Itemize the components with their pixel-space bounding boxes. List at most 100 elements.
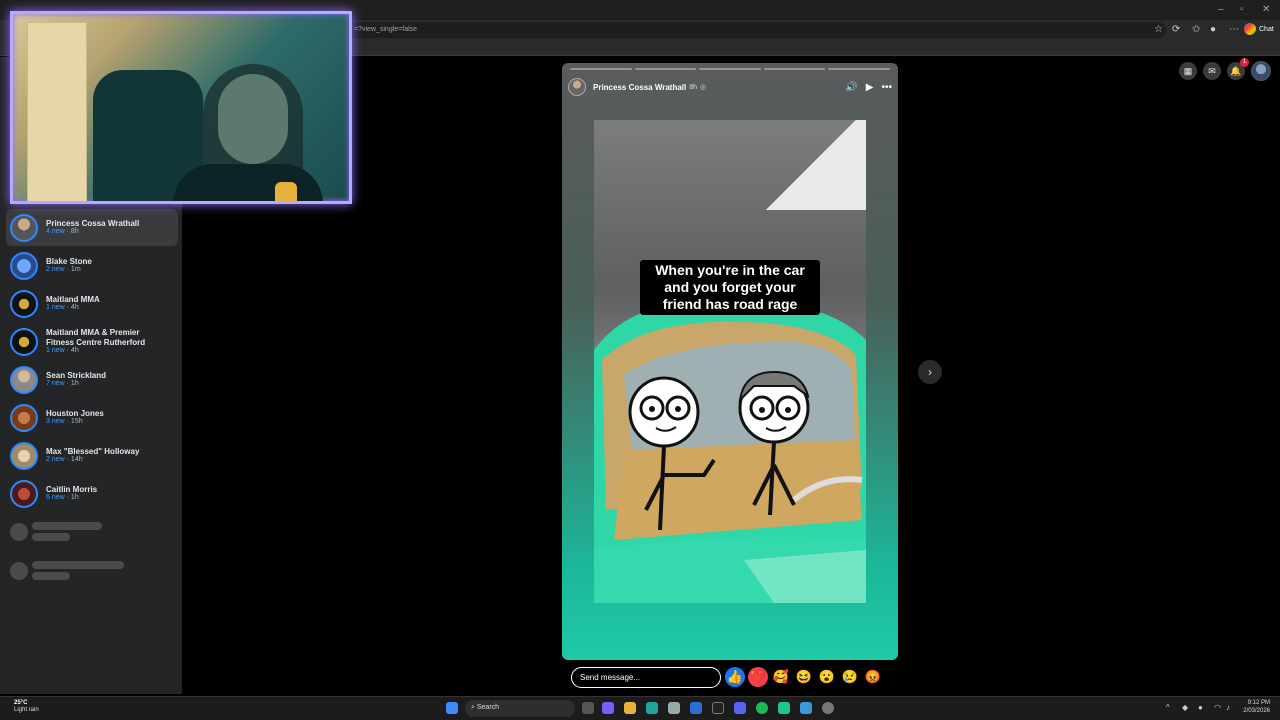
weather-condition: Light rain — [14, 707, 39, 714]
webcam-body — [173, 164, 323, 201]
settings-icon[interactable] — [822, 702, 834, 714]
angry-reaction[interactable]: 😡 — [863, 667, 883, 687]
edge-icon[interactable] — [646, 702, 658, 714]
profile-avatar[interactable] — [1251, 61, 1271, 81]
story-viewer[interactable]: Princess Cossa Wrathall 8h ◎ 🔊 ▶ ••• Whe… — [562, 63, 898, 660]
minimize-icon[interactable]: – — [1218, 4, 1224, 15]
next-story-button[interactable]: › — [918, 360, 942, 384]
address-bar[interactable]: =?view_single=false — [346, 22, 1166, 38]
story-time: 14h — [70, 456, 83, 464]
story-item[interactable]: Max "Blessed" Holloway 2 new · 14h — [6, 437, 178, 474]
copilot-icon — [1244, 23, 1256, 35]
tray-app-icon[interactable]: ◆ — [1182, 703, 1188, 712]
chat-button[interactable]: Chat — [1244, 23, 1274, 35]
mail-icon[interactable] — [690, 702, 702, 714]
haha-reaction[interactable]: 😆 — [794, 667, 814, 687]
story-time: 15h — [70, 418, 83, 426]
story-time: 8h — [689, 83, 698, 91]
story-time: 8h — [70, 228, 79, 236]
story-name: Max "Blessed" Holloway — [46, 446, 140, 456]
story-item[interactable]: Sean Strickland 7 new · 1h — [6, 361, 178, 398]
menu-grid-icon[interactable]: ▦ — [1179, 62, 1197, 80]
chevron-up-icon[interactable]: ^ — [1166, 703, 1170, 712]
system-clock[interactable]: 9:12 PM 2/03/2026 — [1243, 700, 1270, 716]
story-item[interactable]: Caitlin Morris 6 new · 1h — [6, 475, 178, 512]
close-icon[interactable]: ✕ — [1262, 4, 1270, 15]
story-name: Maitland MMA & Premier Fitness Centre Ru… — [46, 328, 146, 347]
progress-segment — [763, 68, 826, 70]
story-item[interactable]: Maitland MMA & Premier Fitness Centre Ru… — [6, 323, 178, 361]
story-item[interactable]: Houston Jones 3 new · 15h — [6, 399, 178, 436]
story-item[interactable]: Blake Stone 2 new · 1m — [6, 247, 178, 284]
avatar[interactable] — [568, 78, 586, 96]
clock-date: 2/03/2026 — [1243, 707, 1270, 714]
weather-widget[interactable]: 25°C Light rain — [14, 700, 39, 714]
story-caption: When you're in the car and you forget yo… — [640, 260, 820, 315]
avatar — [10, 479, 38, 508]
avatar — [10, 328, 38, 356]
maximize-icon[interactable]: ▫ — [1240, 4, 1244, 15]
story-new-count: 1 new — [46, 347, 65, 355]
clock-time: 9:12 PM — [1247, 700, 1270, 706]
wow-reaction[interactable]: 😮 — [817, 667, 837, 687]
story-new-count: 2 new — [46, 266, 65, 274]
story-new-count: 1 new — [46, 304, 65, 312]
story-name: Sean Strickland — [46, 370, 107, 380]
volume-icon[interactable]: 🔊 — [845, 82, 857, 93]
webcam-cup — [275, 182, 297, 201]
progress-segment — [570, 68, 632, 70]
webcam-head — [218, 74, 288, 164]
webcam-door — [27, 22, 87, 201]
spotify-icon[interactable] — [756, 702, 768, 714]
reply-input[interactable]: Send message... — [571, 667, 721, 688]
taskbar-search[interactable]: ⌕ Search — [465, 700, 575, 717]
messenger-icon[interactable]: ✉ — [1203, 62, 1221, 80]
favorites-icon[interactable]: ✩ — [1192, 24, 1200, 35]
play-icon[interactable]: ▶ — [866, 82, 874, 93]
refresh-icon[interactable]: ⟳ — [1172, 24, 1180, 35]
care-reaction[interactable]: 🥰 — [771, 667, 791, 687]
story-new-count: 7 new — [46, 380, 65, 388]
more-options-icon[interactable]: ••• — [881, 82, 892, 93]
story-name: Caitlin Morris — [46, 484, 98, 494]
progress-segment — [699, 68, 761, 70]
avatar — [10, 403, 38, 432]
story-new-count: 2 new — [46, 456, 65, 464]
star-icon[interactable]: ☆ — [1154, 24, 1163, 35]
avatar — [10, 213, 38, 242]
story-name: Maitland MMA — [46, 294, 100, 304]
webcam-overlay — [10, 11, 352, 204]
start-icon[interactable] — [446, 702, 458, 714]
cartoon-car-illustration — [594, 301, 866, 603]
file-explorer-icon[interactable] — [624, 702, 636, 714]
wifi-icon[interactable]: ◠ — [1214, 703, 1221, 712]
profile-icon[interactable]: ● — [1210, 24, 1216, 35]
store-icon[interactable] — [668, 702, 680, 714]
story-name: Blake Stone — [46, 256, 92, 266]
story-time: 1h — [70, 494, 79, 502]
notification-badge: 1 — [1240, 58, 1249, 67]
story-time: 4h — [70, 347, 79, 355]
story-new-count: 4 new — [46, 228, 65, 236]
app-icon[interactable] — [778, 702, 790, 714]
story-item[interactable]: Princess Cossa Wrathall 4 new · 8h — [6, 209, 178, 246]
story-name: Princess Cossa Wrathall — [46, 218, 140, 228]
discord-icon[interactable] — [734, 702, 746, 714]
task-view-icon[interactable] — [582, 702, 594, 714]
story-new-count: 3 new — [46, 418, 65, 426]
copilot-app-icon[interactable] — [602, 702, 614, 714]
story-item[interactable]: Maitland MMA 1 new · 4h — [6, 285, 178, 322]
sad-reaction[interactable]: 😢 — [840, 667, 860, 687]
story-time: 1m — [70, 266, 81, 274]
app-icon[interactable] — [712, 702, 724, 714]
story-author[interactable]: Princess Cossa Wrathall — [593, 83, 686, 92]
like-reaction[interactable]: 👍 — [725, 667, 745, 687]
more-icon[interactable]: ⋯ — [1229, 24, 1239, 35]
microphone-icon[interactable]: ● — [1198, 703, 1203, 712]
volume-tray-icon[interactable]: ♪ — [1226, 703, 1230, 712]
story-progress — [570, 68, 890, 70]
app-icon[interactable] — [800, 702, 812, 714]
story-new-count: 6 new — [46, 494, 65, 502]
love-reaction[interactable]: ❤️ — [748, 667, 768, 687]
story-name: Houston Jones — [46, 408, 104, 418]
